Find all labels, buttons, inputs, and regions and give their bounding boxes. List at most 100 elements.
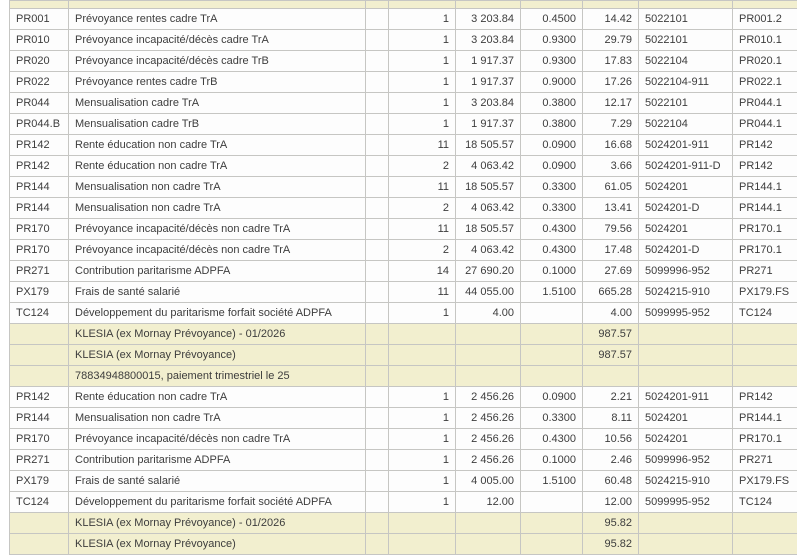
spacer-cell	[366, 282, 389, 303]
contribution-row[interactable]: PR271Contribution paritarisme ADPFA12 45…	[10, 450, 797, 471]
cell-label: Prévoyance rentes cadre TrB	[69, 72, 366, 93]
cell-label: Prévoyance incapacité/décès non cadre Tr…	[69, 240, 366, 261]
spacer-cell	[366, 93, 389, 114]
contribution-row[interactable]: PR142Rente éducation non cadre TrA1118 5…	[10, 135, 797, 156]
payment-info-row[interactable]: 78834948800015, paiement trimestriel le …	[10, 366, 797, 387]
cell-account: 5022104-911	[639, 72, 733, 93]
cell-account: 5022104	[639, 51, 733, 72]
summary-row[interactable]: KLESIA (ex Mornay Prévoyance) - 01/2026 9…	[10, 513, 797, 534]
cell-qty	[389, 513, 456, 534]
cell-qty: 1	[389, 429, 456, 450]
partial-row-top	[10, 1, 797, 9]
cell-amount: 79.56	[583, 219, 639, 240]
contributions-table: PR001Prévoyance rentes cadre TrA13 203.8…	[9, 0, 797, 555]
spacer-cell	[366, 429, 389, 450]
contribution-row[interactable]: PR144Mensualisation non cadre TrA1118 50…	[10, 177, 797, 198]
cell-qty: 1	[389, 72, 456, 93]
cell-amount: 17.48	[583, 240, 639, 261]
cell-account: 5099995-952	[639, 492, 733, 513]
cell-qty: 1	[389, 30, 456, 51]
cell-amount: 16.68	[583, 135, 639, 156]
cell-account: 5024201-911	[639, 135, 733, 156]
contribution-row[interactable]: PR142Rente éducation non cadre TrA24 063…	[10, 156, 797, 177]
spacer-cell	[366, 72, 389, 93]
cell-amount: 27.69	[583, 261, 639, 282]
contribution-row[interactable]: PR170Prévoyance incapacité/décès non cad…	[10, 429, 797, 450]
cell-qty: 1	[389, 408, 456, 429]
cell-rate: 0.4300	[521, 429, 583, 450]
cell-base: 2 456.26	[456, 450, 521, 471]
cell-rate	[521, 324, 583, 345]
summary-row[interactable]: KLESIA (ex Mornay Prévoyance)987.57	[10, 345, 797, 366]
cell-account: 5099995-952	[639, 303, 733, 324]
cell-ref: PR044.1	[733, 114, 797, 135]
cell-ref: PR271	[733, 261, 797, 282]
cell-code: PR271	[10, 261, 69, 282]
contribution-row[interactable]: PR020Prévoyance incapacité/décès cadre T…	[10, 51, 797, 72]
cell-base	[456, 534, 521, 555]
spacer-cell	[366, 30, 389, 51]
spacer-cell	[366, 219, 389, 240]
cell-ref	[733, 345, 797, 366]
cell-code	[10, 534, 69, 555]
cell-code: PR020	[10, 51, 69, 72]
contribution-row[interactable]: PR044Mensualisation cadre TrA13 203.840.…	[10, 93, 797, 114]
cell-base	[456, 345, 521, 366]
contribution-row[interactable]: PR170Prévoyance incapacité/décès non cad…	[10, 219, 797, 240]
contribution-row[interactable]: PR144Mensualisation non cadre TrA24 063.…	[10, 198, 797, 219]
contribution-row[interactable]: PR022Prévoyance rentes cadre TrB11 917.3…	[10, 72, 797, 93]
cell-qty: 11	[389, 177, 456, 198]
cell-label: Contribution paritarisme ADPFA	[69, 450, 366, 471]
contribution-row[interactable]: PR142Rente éducation non cadre TrA12 456…	[10, 387, 797, 408]
contribution-row[interactable]: PX179Frais de santé salarié1144 055.001.…	[10, 282, 797, 303]
spacer-cell	[366, 51, 389, 72]
contribution-row[interactable]: PR144Mensualisation non cadre TrA12 456.…	[10, 408, 797, 429]
cell-label: Prévoyance incapacité/décès cadre TrA	[69, 30, 366, 51]
spacer-cell	[366, 240, 389, 261]
cell-amount: 95.82	[583, 513, 639, 534]
cell-label: Mensualisation cadre TrA	[69, 93, 366, 114]
cell-base: 2 456.26	[456, 408, 521, 429]
summary-row-partial[interactable]: KLESIA (ex Mornay Prévoyance)95.82	[10, 534, 797, 555]
summary-row[interactable]: KLESIA (ex Mornay Prévoyance) - 01/20269…	[10, 324, 797, 345]
cell-qty	[389, 1, 456, 9]
cell-amount: 17.83	[583, 51, 639, 72]
cell-amount: 60.48	[583, 471, 639, 492]
spacer-cell	[366, 156, 389, 177]
cell-label: Rente éducation non cadre TrA	[69, 387, 366, 408]
cell-amount: 3.66	[583, 156, 639, 177]
contribution-row[interactable]: PR010Prévoyance incapacité/décès cadre T…	[10, 30, 797, 51]
cell-code: PR144	[10, 408, 69, 429]
contribution-row[interactable]: TC124Développement du paritarisme forfai…	[10, 492, 797, 513]
cell-rate: 0.0900	[521, 156, 583, 177]
cell-amount: 12.00	[583, 492, 639, 513]
cell-rate: 0.1000	[521, 261, 583, 282]
cell-rate: 1.5100	[521, 471, 583, 492]
cell-code	[10, 366, 69, 387]
cell-code	[10, 324, 69, 345]
cell-code: TC124	[10, 303, 69, 324]
contribution-row[interactable]: PR001Prévoyance rentes cadre TrA13 203.8…	[10, 9, 797, 30]
cell-account: 5024201	[639, 219, 733, 240]
cell-qty	[389, 534, 456, 555]
cell-code: PR022	[10, 72, 69, 93]
cell-account	[639, 513, 733, 534]
cell-ref: PR170.1	[733, 219, 797, 240]
contribution-row[interactable]: PX179Frais de santé salarié14 005.001.51…	[10, 471, 797, 492]
contribution-row[interactable]: PR271Contribution paritarisme ADPFA1427 …	[10, 261, 797, 282]
cell-account: 5024201-911	[639, 387, 733, 408]
cell-qty	[389, 345, 456, 366]
cell-qty: 14	[389, 261, 456, 282]
cell-qty	[389, 324, 456, 345]
cell-rate	[521, 345, 583, 366]
cell-label: KLESIA (ex Mornay Prévoyance) - 01/2026	[69, 513, 366, 534]
contribution-row[interactable]: PR044.BMensualisation cadre TrB11 917.37…	[10, 114, 797, 135]
contribution-row[interactable]: TC124Développement du paritarisme forfai…	[10, 303, 797, 324]
cell-base: 3 203.84	[456, 30, 521, 51]
cell-ref: PR170.1	[733, 429, 797, 450]
cell-account: 5022104	[639, 114, 733, 135]
cell-amount: 8.11	[583, 408, 639, 429]
cell-ref: PR144.1	[733, 177, 797, 198]
contribution-row[interactable]: PR170Prévoyance incapacité/décès non cad…	[10, 240, 797, 261]
cell-ref	[733, 534, 797, 555]
